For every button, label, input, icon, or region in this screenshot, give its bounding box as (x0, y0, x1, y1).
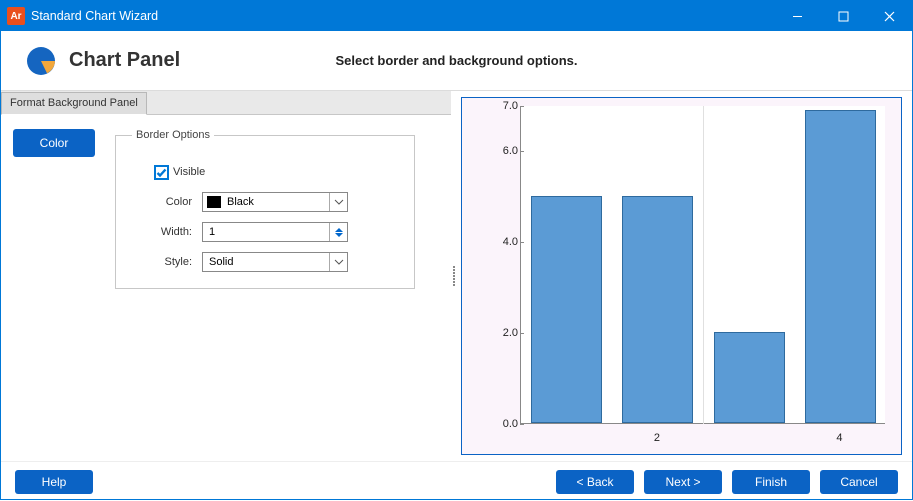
pie-chart-icon (25, 45, 57, 77)
width-value: 1 (203, 226, 329, 238)
style-value: Solid (203, 256, 329, 268)
border-options-group: Border Options Visible Color Black (115, 129, 415, 289)
x-tick: 2 (654, 432, 660, 444)
next-button[interactable]: Next > (644, 470, 722, 494)
wizard-body: Format Background Panel Color Border Opt… (1, 91, 912, 461)
close-button[interactable] (866, 1, 912, 31)
sidebar-buttons: Color (13, 129, 95, 447)
visible-label: Visible (173, 166, 205, 178)
close-icon (884, 11, 895, 22)
spinner-down-icon (335, 233, 343, 237)
back-button[interactable]: < Back (556, 470, 634, 494)
color-row: Color Black (132, 191, 398, 213)
spinner-buttons[interactable] (329, 223, 347, 241)
wizard-header: Chart Panel Select border and background… (1, 31, 912, 91)
bar (531, 196, 602, 423)
visible-row: Visible (132, 161, 398, 183)
app-icon: Ar (7, 7, 25, 25)
y-tick: 6.0 (492, 145, 518, 157)
minimize-button[interactable] (774, 1, 820, 31)
left-panel: Format Background Panel Color Border Opt… (1, 91, 451, 461)
tabbar: Format Background Panel (1, 91, 451, 115)
right-panel: 0.0 2.0 4.0 6.0 7.0 2 4 (457, 91, 912, 461)
maximize-button[interactable] (820, 1, 866, 31)
y-tick: 2.0 (492, 327, 518, 339)
color-button[interactable]: Color (13, 129, 95, 157)
window-title: Standard Chart Wizard (31, 9, 158, 23)
color-value: Black (225, 196, 329, 208)
style-dropdown[interactable]: Solid (202, 252, 348, 272)
spinner-up-icon (335, 228, 343, 232)
x-tick: 4 (836, 432, 842, 444)
color-dropdown[interactable]: Black (202, 192, 348, 212)
maximize-icon (838, 11, 849, 22)
width-row: Width: 1 (132, 221, 398, 243)
style-row: Style: Solid (132, 251, 398, 273)
cancel-button[interactable]: Cancel (820, 470, 898, 494)
width-label: Width: (132, 226, 192, 238)
tab-format-background-panel[interactable]: Format Background Panel (1, 92, 147, 115)
bar (805, 110, 876, 423)
chevron-down-icon (329, 193, 347, 211)
color-swatch (207, 196, 221, 208)
page-subtitle: Select border and background options. (336, 53, 578, 68)
chart-preview: 0.0 2.0 4.0 6.0 7.0 2 4 (461, 97, 902, 455)
gridline (703, 106, 704, 424)
wizard-footer: Help < Back Next > Finish Cancel (1, 461, 912, 501)
visible-checkbox[interactable] (154, 165, 169, 180)
width-spinner[interactable]: 1 (202, 222, 348, 242)
left-content: Color Border Options Visible Color Black (1, 115, 451, 461)
y-tick: 7.0 (492, 100, 518, 112)
bar (622, 196, 693, 423)
titlebar: Ar Standard Chart Wizard (1, 1, 912, 31)
check-icon (156, 167, 167, 178)
y-tick: 0.0 (492, 418, 518, 430)
border-options-legend: Border Options (132, 129, 214, 141)
style-label: Style: (132, 256, 192, 268)
minimize-icon (792, 11, 803, 22)
chevron-down-icon (329, 253, 347, 271)
bar (714, 332, 785, 423)
finish-button[interactable]: Finish (732, 470, 810, 494)
color-label: Color (132, 196, 192, 208)
page-title: Chart Panel (69, 49, 180, 72)
y-tick: 4.0 (492, 236, 518, 248)
help-button[interactable]: Help (15, 470, 93, 494)
